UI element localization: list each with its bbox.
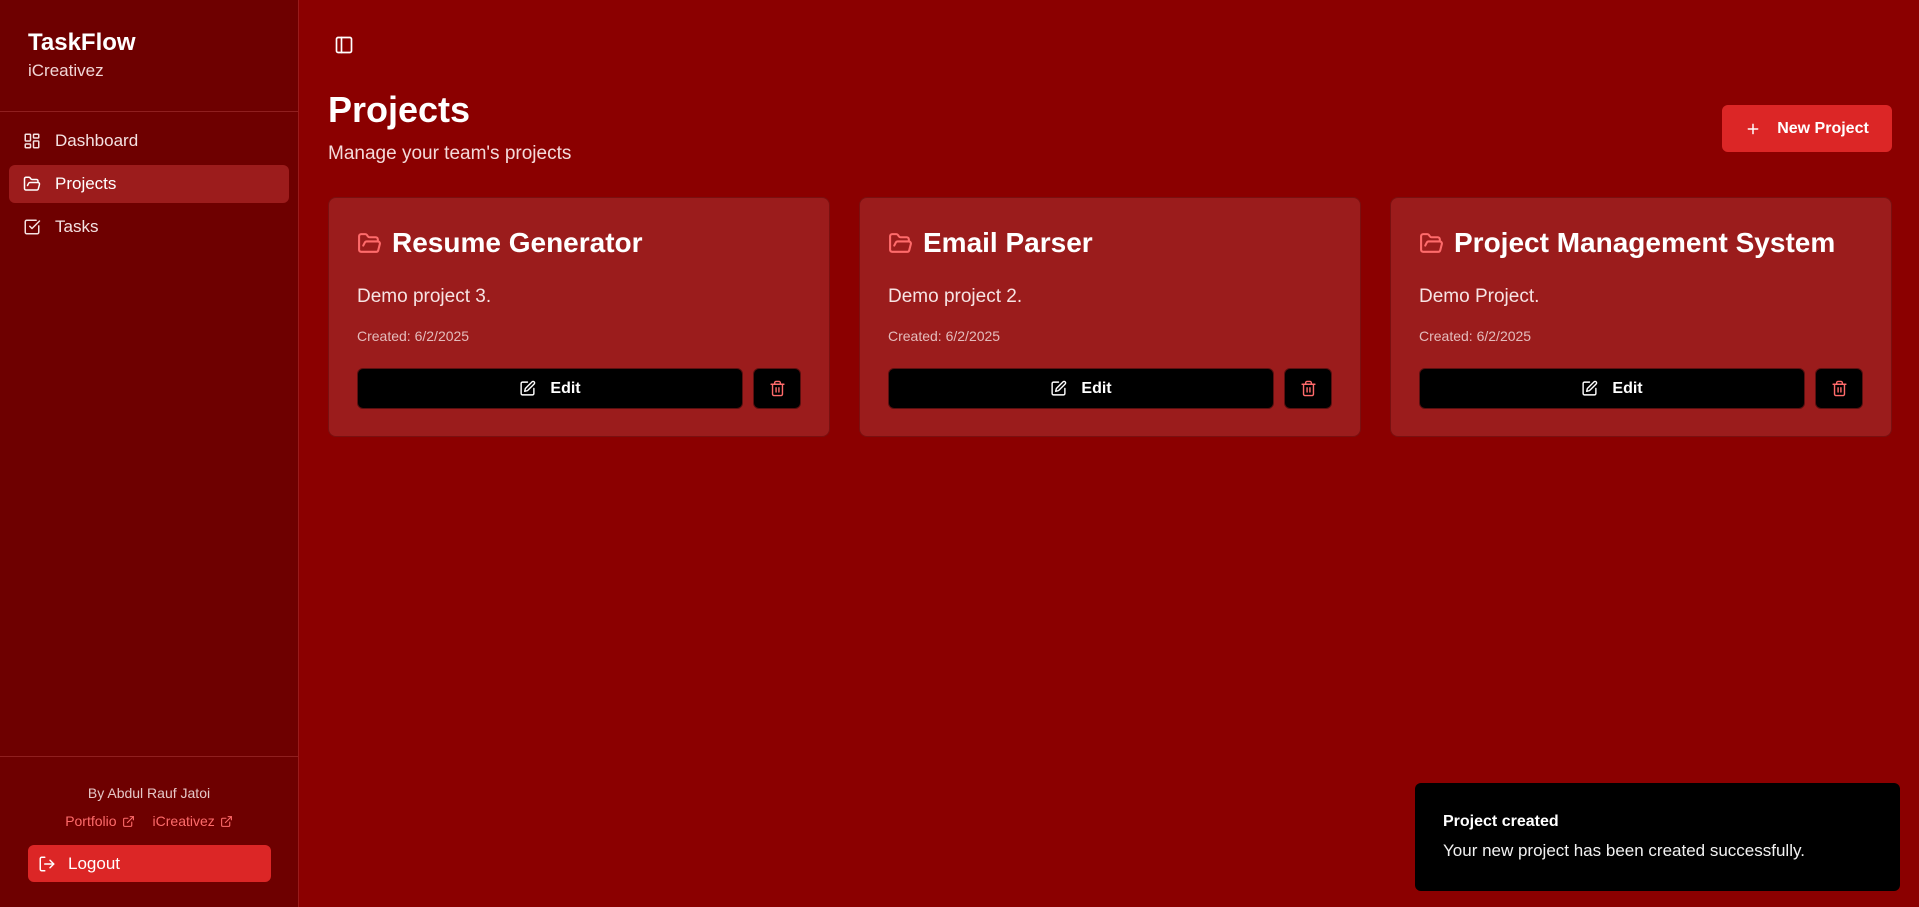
toast-message: Your new project has been created succes… xyxy=(1443,841,1805,860)
sidebar-item-projects[interactable]: Projects xyxy=(9,165,289,203)
project-actions: Edit xyxy=(888,368,1332,409)
sidebar-footer: By Abdul Rauf Jatoi Portfolio iCreativez… xyxy=(0,756,298,907)
checkbox-icon xyxy=(24,219,41,235)
brand: TaskFlow iCreativez xyxy=(0,0,298,112)
edit-icon xyxy=(1582,380,1598,396)
sidebar-item-tasks[interactable]: Tasks xyxy=(9,208,289,246)
trash-icon xyxy=(769,380,785,397)
trash-icon xyxy=(1300,380,1316,397)
project-created-date: Created: 6/2/2025 xyxy=(1419,328,1532,344)
project-card: Resume Generator Demo project 3. Created… xyxy=(328,197,830,437)
folder-open-icon xyxy=(1420,232,1443,253)
sidebar-item-label: Tasks xyxy=(55,217,99,236)
external-link-icon xyxy=(220,815,232,827)
main-content: Projects Manage your team's projects New… xyxy=(300,0,1919,907)
folder-open-icon xyxy=(358,232,381,253)
page-title: Projects xyxy=(328,89,471,130)
project-actions: Edit xyxy=(1419,368,1863,409)
icreativez-link[interactable]: iCreativez xyxy=(153,813,233,829)
sidebar-item-label: Projects xyxy=(55,174,117,193)
project-title: Resume Generator xyxy=(392,227,643,258)
dashboard-icon xyxy=(24,133,40,149)
byline: By Abdul Rauf Jatoi xyxy=(87,785,211,801)
folder-open-icon xyxy=(23,176,41,191)
logout-button[interactable]: Logout xyxy=(28,845,271,882)
app-subtitle: iCreativez xyxy=(28,61,104,80)
external-link-icon xyxy=(122,815,134,827)
edit-project-button[interactable]: Edit xyxy=(357,368,743,409)
project-created-date: Created: 6/2/2025 xyxy=(357,328,470,344)
project-title: Project Management System xyxy=(1454,227,1836,258)
new-project-label: New Project xyxy=(1777,119,1869,137)
edit-project-button[interactable]: Edit xyxy=(888,368,1274,409)
portfolio-link[interactable]: Portfolio xyxy=(65,813,134,829)
project-card-header: Resume Generator xyxy=(357,226,801,260)
trash-icon xyxy=(1831,380,1847,397)
project-cards: Resume Generator Demo project 3. Created… xyxy=(328,197,1892,437)
project-actions: Edit xyxy=(357,368,801,409)
delete-project-button[interactable] xyxy=(1284,368,1332,409)
edit-icon xyxy=(520,380,536,396)
new-project-button[interactable]: New Project xyxy=(1722,105,1892,152)
footer-links: Portfolio iCreativez xyxy=(28,813,270,829)
sidebar-item-label: Dashboard xyxy=(55,131,139,150)
toast-notification: Project created Your new project has bee… xyxy=(1415,783,1900,891)
edit-label: Edit xyxy=(550,379,581,397)
logout-label: Logout xyxy=(68,853,120,873)
project-title: Email Parser xyxy=(923,227,1093,258)
plus-icon xyxy=(1747,123,1759,134)
folder-open-icon xyxy=(889,232,912,253)
sidebar-nav: Dashboard Projects Tasks xyxy=(0,112,298,756)
project-description: Demo project 2. xyxy=(888,286,1023,307)
edit-project-button[interactable]: Edit xyxy=(1419,368,1805,409)
delete-project-button[interactable] xyxy=(753,368,801,409)
sidebar: TaskFlow iCreativez Dashboard Projects T… xyxy=(0,0,299,907)
sidebar-item-dashboard[interactable]: Dashboard xyxy=(9,122,289,160)
edit-icon xyxy=(1051,380,1067,396)
portfolio-link-label: Portfolio xyxy=(65,813,117,829)
sidebar-toggle-icon[interactable] xyxy=(334,35,354,55)
logout-icon xyxy=(39,856,55,871)
project-description: Demo Project. xyxy=(1419,286,1540,307)
edit-label: Edit xyxy=(1612,379,1643,397)
icreativez-link-label: iCreativez xyxy=(152,813,215,829)
project-card: Email Parser Demo project 2. Created: 6/… xyxy=(859,197,1361,437)
project-card-header: Email Parser xyxy=(888,226,1332,260)
page-subtitle: Manage your team's projects xyxy=(328,143,572,164)
project-description: Demo project 3. xyxy=(357,286,492,307)
project-card: Project Management System Demo Project. … xyxy=(1390,197,1892,437)
project-created-date: Created: 6/2/2025 xyxy=(888,328,1001,344)
project-card-header: Project Management System xyxy=(1419,226,1863,260)
toast-title: Project created xyxy=(1443,813,1559,830)
app-title: TaskFlow xyxy=(28,29,136,56)
edit-label: Edit xyxy=(1081,379,1112,397)
delete-project-button[interactable] xyxy=(1815,368,1863,409)
